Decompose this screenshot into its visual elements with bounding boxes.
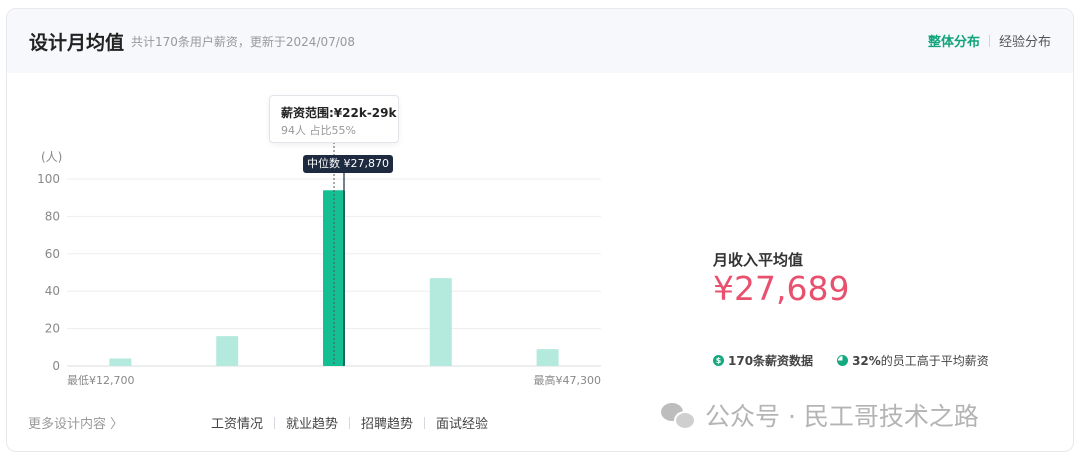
nav-salary[interactable]: 工资情况 (211, 413, 263, 432)
above-avg-text: 的员工高于平均薪资 (880, 354, 989, 368)
more-design-link[interactable]: 更多设计内容 〉 (28, 413, 123, 432)
nav-interview[interactable]: 面试经验 (436, 413, 488, 432)
avg-value: ¥27,689 (713, 269, 850, 308)
bar (216, 336, 239, 366)
watermark-text: 公众号 · 民工哥技术之路 (705, 402, 979, 431)
y-axis-label: (人) (41, 150, 62, 164)
above-avg-badge: 32% 的员工高于平均薪资 (837, 352, 989, 369)
bar (109, 358, 132, 366)
y-tick-label: 80 (45, 209, 60, 223)
avg-label: 月收入平均值 (713, 251, 804, 269)
tooltip-detail: 94人 占比55% (281, 124, 356, 137)
nav-divider (424, 416, 426, 429)
pie-chart-icon (837, 355, 849, 366)
x-min-label: 最低¥12,700 (67, 374, 135, 387)
nav-divider (274, 416, 276, 429)
y-tick-label: 0 (52, 359, 60, 373)
above-avg-percent: 32% (852, 353, 881, 368)
coin-icon: $ (713, 355, 724, 366)
salary-histogram: (人) 0 20 40 60 80 100 最低¥12,700 最高¥47,300 (37, 142, 602, 387)
stat-badges: $ 170条薪资数据 32% 的员工高于平均薪资 (713, 352, 1013, 369)
y-tick-label: 100 (37, 172, 60, 186)
watermark: 公众号 · 民工哥技术之路 (661, 397, 979, 433)
tooltip-title: 薪资范围:¥22k-29k (281, 106, 397, 120)
nav-hiring-trend[interactable]: 招聘趋势 (361, 413, 413, 432)
median-label: 中位数 ¥27,870 (303, 155, 393, 173)
y-tick-label: 60 (45, 247, 60, 261)
y-tick-label: 40 (45, 284, 60, 298)
footer-nav: 工资情况 就业趋势 招聘趋势 面试经验 (211, 413, 488, 432)
x-max-label: 最高¥47,300 (534, 373, 602, 387)
chart-tooltip: 薪资范围:¥22k-29k 94人 占比55% (269, 95, 399, 143)
salary-card: 设计月均值 共计170条用户薪资，更新于2024/07/08 整体分布 经验分布… (6, 8, 1074, 452)
wechat-icon (661, 401, 696, 430)
nav-divider (349, 416, 351, 429)
data-count-text: 170条薪资数据 (728, 354, 814, 368)
nav-employment-trend[interactable]: 就业趋势 (286, 413, 338, 432)
data-count-badge: $ 170条薪资数据 (713, 352, 813, 369)
bar (429, 278, 452, 366)
y-tick-label: 20 (45, 322, 60, 336)
bar (536, 349, 559, 366)
